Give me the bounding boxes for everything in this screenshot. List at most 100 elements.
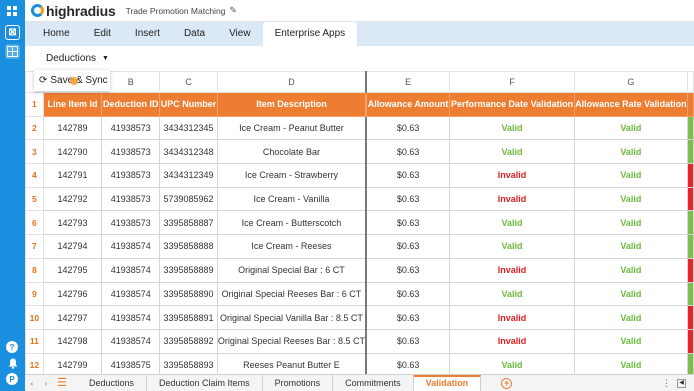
table-cell[interactable]: 3434312345 <box>159 115 218 141</box>
table-cell[interactable]: $0.63 <box>365 257 451 283</box>
table-cell[interactable]: Valid <box>449 139 575 165</box>
table-cell[interactable]: 41938574 <box>101 257 161 283</box>
table-cell[interactable]: 41938574 <box>101 305 161 330</box>
add-sheet-icon[interactable]: + <box>501 377 513 389</box>
table-cell[interactable]: Valid <box>573 305 688 330</box>
sheet-tab-commitments[interactable]: Commitments <box>333 374 414 391</box>
table-cell[interactable]: Valid <box>573 115 688 141</box>
table-cell[interactable]: Valid <box>573 139 688 165</box>
table-cell[interactable]: 3395858890 <box>159 281 218 307</box>
column-header-cell[interactable]: Item Description <box>216 92 367 117</box>
deductions-dropdown[interactable]: Deductions ▼ <box>46 53 109 64</box>
table-cell[interactable]: $0.63 <box>365 210 451 236</box>
row-number[interactable]: 3 <box>25 139 44 165</box>
table-cell[interactable]: Original Special Reeses Bar : 8.5 CT <box>216 328 367 354</box>
row-number[interactable]: 1 <box>25 92 44 117</box>
column-header-cell[interactable]: Performance Date Validation <box>449 92 575 117</box>
table-cell[interactable]: 142791 <box>42 163 103 188</box>
table-cell[interactable]: Valid <box>449 281 575 307</box>
table-cell[interactable]: Original Special Bar : 6 CT <box>216 257 367 283</box>
column-letter-g[interactable]: G <box>573 71 688 93</box>
column-letter-b[interactable]: B <box>101 71 161 93</box>
tab-enterprise-apps[interactable]: Enterprise Apps <box>262 22 358 46</box>
row-number[interactable]: 12 <box>25 352 44 374</box>
scroll-right-icon[interactable]: › <box>39 379 53 388</box>
table-cell[interactable]: 41938575 <box>101 352 161 374</box>
table-cell[interactable]: 3434312348 <box>159 139 218 165</box>
table-cell[interactable]: Valid <box>449 210 575 236</box>
row-number[interactable]: 4 <box>25 163 44 188</box>
table-cell[interactable]: Ice Cream - Strawberry <box>216 163 367 188</box>
tab-edit[interactable]: Edit <box>82 22 123 46</box>
table-cell[interactable]: Valid <box>449 115 575 141</box>
more-options-icon[interactable]: ⋮ <box>662 378 671 389</box>
row-number[interactable]: 6 <box>25 210 44 236</box>
table-cell[interactable]: Valid <box>573 234 688 259</box>
table-cell[interactable]: Invalid <box>449 257 575 283</box>
table-cell[interactable]: 142799 <box>42 352 103 374</box>
column-header-cell[interactable]: Deduction ID <box>101 92 161 117</box>
horizontal-scroll-left-icon[interactable]: ◀ <box>677 378 686 388</box>
table-cell[interactable]: 41938573 <box>101 139 161 165</box>
table-cell[interactable]: 142794 <box>42 234 103 259</box>
table-cell[interactable]: Ice Cream - Reeses <box>216 234 367 259</box>
table-cell[interactable]: 3395858891 <box>159 305 218 330</box>
table-cell[interactable]: Valid <box>449 234 575 259</box>
table-cell[interactable]: Invalid <box>449 305 575 330</box>
table-cell[interactable]: Reeses Peanut Butter E <box>216 352 367 374</box>
row-number[interactable]: 7 <box>25 234 44 259</box>
profile-icon[interactable]: P <box>6 373 18 385</box>
table-cell[interactable]: Valid <box>573 186 688 212</box>
notification-icon[interactable] <box>5 356 20 371</box>
table-cell[interactable]: 3395858887 <box>159 210 218 236</box>
table-cell[interactable]: $0.63 <box>365 139 451 165</box>
column-header-cell[interactable]: UPC Number <box>159 92 218 117</box>
table-cell[interactable]: 142797 <box>42 305 103 330</box>
tab-view[interactable]: View <box>217 22 263 46</box>
row-number[interactable]: 8 <box>25 257 44 283</box>
table-cell[interactable]: 142789 <box>42 115 103 141</box>
column-letter-c[interactable]: C <box>159 71 218 93</box>
table-cell[interactable]: $0.63 <box>365 234 451 259</box>
table-cell[interactable]: $0.63 <box>365 186 451 212</box>
table-cell[interactable]: 5739085962 <box>159 186 218 212</box>
tab-data[interactable]: Data <box>172 22 217 46</box>
table-cell[interactable]: Valid <box>573 257 688 283</box>
column-header-cell[interactable]: Allowance Rate Validation <box>573 92 688 117</box>
table-cell[interactable]: 41938573 <box>101 210 161 236</box>
table-cell[interactable]: 142792 <box>42 186 103 212</box>
table-cell[interactable]: 41938574 <box>101 281 161 307</box>
table-cell[interactable]: Original Special Reeses Bar : 6 CT <box>216 281 367 307</box>
table-cell[interactable]: Chocolate Bar <box>216 139 367 165</box>
sheet-list-menu-icon[interactable]: ☰ <box>57 377 69 389</box>
table-cell[interactable]: $0.63 <box>365 163 451 188</box>
scroll-left-icon[interactable]: ‹ <box>25 379 39 388</box>
column-header-cell[interactable]: Line Item Id <box>42 92 103 117</box>
table-cell[interactable]: Valid <box>573 163 688 188</box>
sheet-tab-promotions[interactable]: Promotions <box>263 374 334 391</box>
edit-pencil-icon[interactable]: ✎ <box>229 5 237 16</box>
sheet-tab-validation[interactable]: Validation <box>413 374 482 391</box>
table-cell[interactable]: Invalid <box>449 186 575 212</box>
table-cell[interactable]: 3395858888 <box>159 234 218 259</box>
table-cell[interactable]: $0.63 <box>365 281 451 307</box>
excel-icon[interactable]: ⊠ <box>5 25 20 40</box>
column-letter-f[interactable]: F <box>449 71 575 93</box>
tab-insert[interactable]: Insert <box>123 22 172 46</box>
table-cell[interactable]: Ice Cream - Vanilla <box>216 186 367 212</box>
row-number[interactable]: 9 <box>25 281 44 307</box>
table-cell[interactable]: 3395858889 <box>159 257 218 283</box>
help-icon[interactable]: ? <box>6 341 18 353</box>
table-cell[interactable]: Valid <box>573 352 688 374</box>
document-title[interactable]: Trade Promotion Matching ✎ <box>126 5 237 16</box>
table-cell[interactable]: 142796 <box>42 281 103 307</box>
apps-icon[interactable] <box>5 4 20 19</box>
table-cell[interactable]: 41938573 <box>101 186 161 212</box>
table-cell[interactable]: 142790 <box>42 139 103 165</box>
table-cell[interactable]: 142795 <box>42 257 103 283</box>
table-cell[interactable]: Invalid <box>449 163 575 188</box>
table-cell[interactable]: $0.63 <box>365 328 451 354</box>
row-number[interactable]: 2 <box>25 115 44 141</box>
table-cell[interactable]: 41938574 <box>101 328 161 354</box>
table-cell[interactable]: 142798 <box>42 328 103 354</box>
